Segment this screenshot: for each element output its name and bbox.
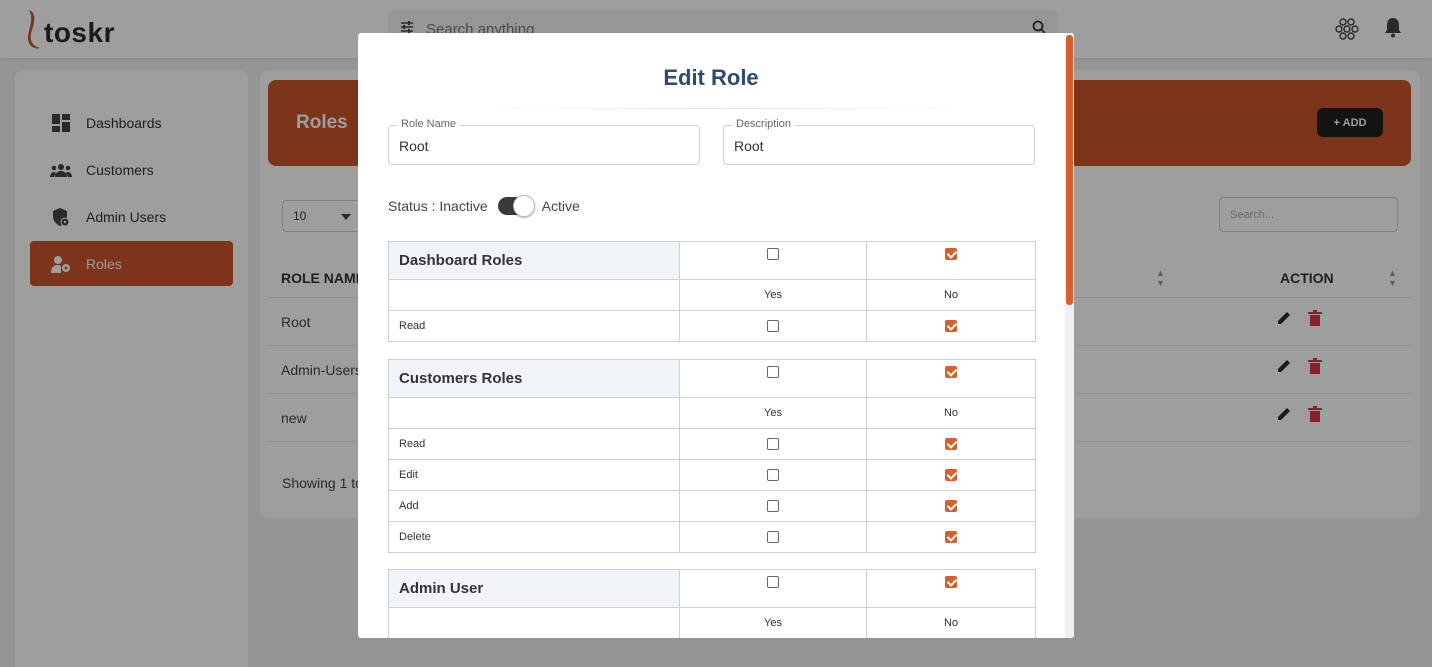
select-all-no-checkbox[interactable] [945,576,957,589]
section-title: Customers Roles [388,359,680,398]
no-column-label: No [866,397,1036,429]
no-column-label: No [866,607,1036,638]
description-field[interactable]: Description Root [723,118,1035,165]
description-input[interactable]: Root [734,138,764,154]
permission-yes-checkbox[interactable] [767,438,779,451]
permission-no-checkbox[interactable] [945,320,957,333]
modal-scrollbar[interactable] [1065,33,1074,638]
status-inactive-label: Status : Inactive [388,198,488,214]
select-all-yes-checkbox[interactable] [767,366,779,379]
permission-no-checkbox[interactable] [945,531,957,544]
permission-yes-checkbox[interactable] [767,500,779,513]
scrollbar-thumb[interactable] [1066,35,1073,305]
yes-column-label: Yes [679,279,867,311]
toggle-knob [512,195,535,217]
role-name-field[interactable]: Role Name Root [388,118,700,165]
select-all-yes-checkbox[interactable] [767,576,779,589]
role-name-label: Role Name [397,118,461,130]
section-title: Admin User [388,569,680,608]
permission-label: Delete [388,521,680,553]
permission-yes-checkbox[interactable] [767,531,779,544]
permission-label: Edit [388,459,680,491]
description-label: Description [732,118,796,130]
role-name-input[interactable]: Root [399,138,429,154]
permission-yes-checkbox[interactable] [767,320,779,333]
select-all-no-checkbox[interactable] [945,366,957,379]
permission-yes-checkbox[interactable] [767,469,779,482]
select-all-no-checkbox[interactable] [945,248,957,261]
permission-table-dashboard: Dashboard Roles Yes No Read [388,241,1036,342]
permission-label: Read [388,310,680,342]
section-title: Dashboard Roles [388,241,680,280]
no-column-label: No [866,279,1036,311]
permission-table-customers: Customers Roles Yes No Read Edit Add Del… [388,359,1036,553]
status-row: Status : Inactive Active [388,195,580,217]
permission-table-admin-user: Admin User Yes No [388,569,1036,638]
select-all-yes-checkbox[interactable] [767,248,779,261]
permission-no-checkbox[interactable] [945,500,957,513]
permission-label: Read [388,428,680,460]
permission-label: Add [388,490,680,522]
status-active-label: Active [541,198,580,214]
edit-role-modal: Edit Role Role Name Root Description Roo… [358,33,1074,638]
status-toggle[interactable] [497,195,535,217]
modal-title: Edit Role [663,65,759,90]
yes-column-label: Yes [679,397,867,429]
permission-no-checkbox[interactable] [945,469,957,482]
yes-column-label: Yes [679,607,867,638]
permission-no-checkbox[interactable] [945,438,957,451]
title-divider [458,108,988,109]
